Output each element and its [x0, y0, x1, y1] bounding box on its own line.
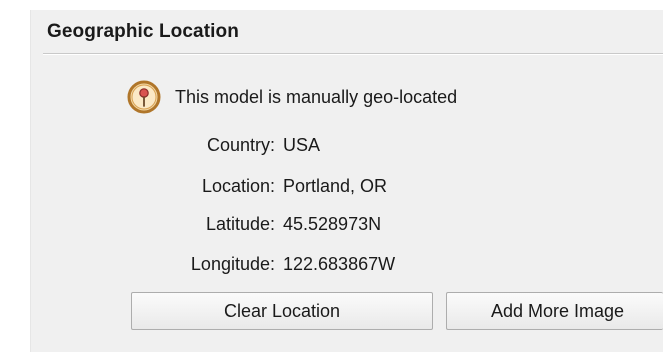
location-field: Location: Portland, OR	[31, 176, 631, 200]
section-title: Geographic Location	[47, 21, 239, 42]
add-more-images-button[interactable]: Add More Image	[446, 292, 663, 330]
clear-location-button[interactable]: Clear Location	[131, 292, 433, 330]
latitude-field: Latitude: 45.528973N	[31, 214, 631, 238]
geo-status-row: This model is manually geo-located	[127, 80, 457, 114]
longitude-value: 122.683867W	[283, 254, 396, 274]
longitude-label: Longitude:	[190, 254, 275, 274]
latitude-value: 45.528973N	[283, 214, 382, 234]
location-pin-icon	[127, 80, 161, 114]
longitude-field: Longitude: 122.683867W	[31, 254, 631, 278]
geographic-location-panel: Geographic Location This model is manual…	[30, 10, 663, 352]
geo-status-text: This model is manually geo-located	[175, 86, 458, 107]
section-divider	[43, 53, 663, 55]
location-value: Portland, OR	[283, 176, 388, 196]
country-field: Country: USA	[31, 135, 631, 159]
latitude-label: Latitude:	[205, 214, 275, 234]
location-label: Location:	[201, 176, 275, 196]
country-value: USA	[283, 135, 321, 155]
country-label: Country:	[206, 135, 275, 155]
